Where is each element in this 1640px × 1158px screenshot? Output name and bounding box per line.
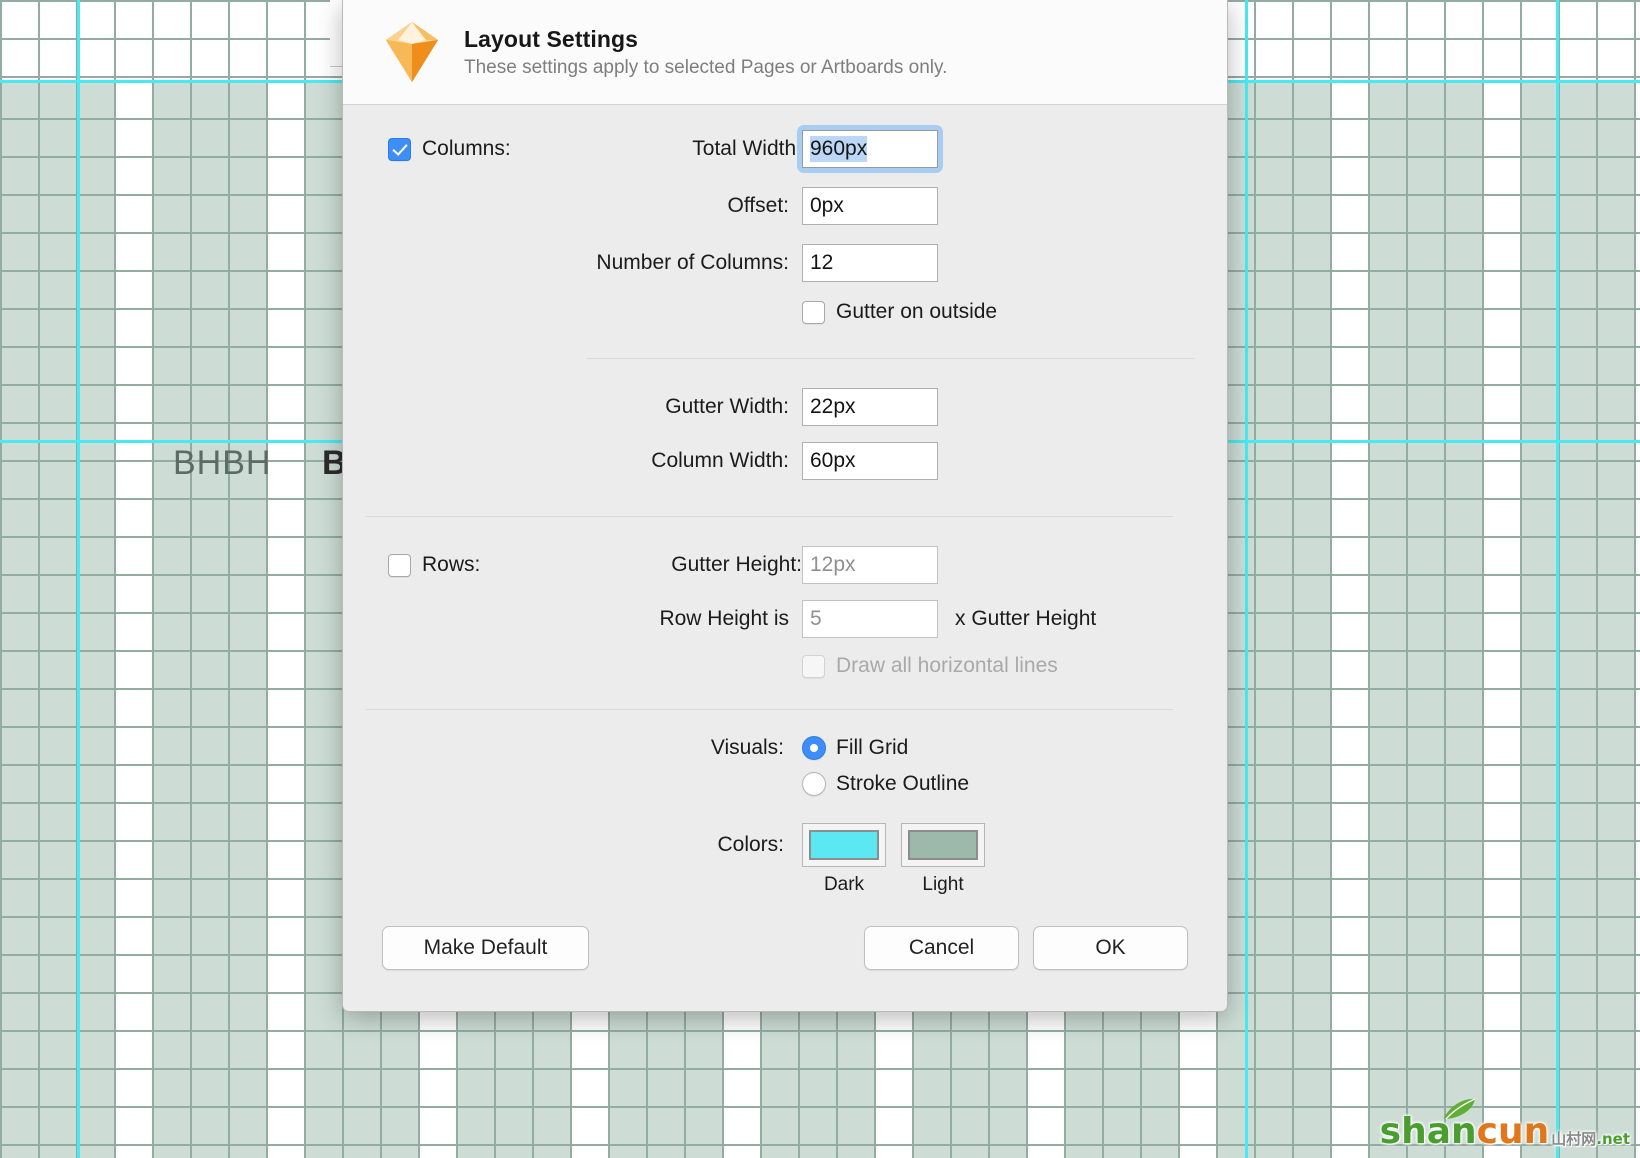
gutter-width-input[interactable]: 22px	[802, 388, 938, 426]
gutter-height-value: 12px	[810, 553, 856, 577]
guide-vertical-right	[1245, 0, 1248, 1158]
total-width-input[interactable]: 960px	[802, 130, 938, 168]
dialog-footer: Make Default Cancel OK	[382, 926, 1188, 970]
dialog-body: Columns: Total Width: 960px Offset: 0px …	[343, 130, 1227, 970]
leaf-icon	[1442, 1098, 1476, 1120]
row-row-height: Row Height is 5 x Gutter Height	[382, 600, 1188, 638]
divider-columns	[587, 358, 1194, 359]
row-colors: Colors: Dark Light	[382, 823, 1188, 896]
ok-button[interactable]: OK	[1033, 926, 1188, 970]
total-width-focus-ring: 960px	[797, 125, 943, 173]
row-gutter-height: Rows: Gutter Height: 12px	[382, 546, 1188, 584]
offset-value: 0px	[810, 194, 844, 218]
gutter-width-value: 22px	[810, 395, 856, 419]
radio-stroke-outline-label: Stroke Outline	[836, 772, 969, 796]
watermark-cun: cun	[1477, 1114, 1550, 1150]
color-swatch-dark-fill	[809, 830, 879, 860]
watermark-net: .net	[1596, 1132, 1630, 1150]
gutter-on-outside-checkbox[interactable]	[802, 301, 825, 324]
watermark-cn: 山村网	[1551, 1132, 1596, 1150]
make-default-button[interactable]: Make Default	[382, 926, 589, 970]
row-column-width: Column Width: 60px	[382, 442, 1188, 480]
cancel-button[interactable]: Cancel	[864, 926, 1019, 970]
row-draw-all-horizontal-lines: Draw all horizontal lines	[382, 654, 1188, 678]
offset-label: Offset:	[382, 194, 802, 218]
number-of-columns-label: Number of Columns:	[382, 251, 802, 275]
row-visuals-stroke-outline: Stroke Outline	[382, 772, 1188, 796]
dialog-title: Layout Settings	[464, 26, 947, 53]
color-swatch-light-fill	[908, 830, 978, 860]
color-swatch-light[interactable]	[901, 823, 985, 867]
radio-fill-grid[interactable]	[802, 736, 826, 760]
columns-checkbox-label: Columns:	[422, 137, 511, 161]
site-watermark: shan cun 山村网 .net	[1380, 1114, 1630, 1150]
column-width-value: 60px	[810, 449, 856, 473]
gutter-width-label: Gutter Width:	[382, 395, 802, 419]
total-width-label: Total Width:	[692, 137, 802, 161]
row-gutter-width: Gutter Width: 22px	[382, 388, 1188, 426]
offset-input[interactable]: 0px	[802, 187, 938, 225]
number-of-columns-value: 12	[810, 251, 833, 275]
column-width-input[interactable]: 60px	[802, 442, 938, 480]
gutter-height-input[interactable]: 12px	[802, 546, 938, 584]
row-height-value: 5	[810, 607, 822, 631]
color-swatch-dark[interactable]	[802, 823, 886, 867]
gutter-on-outside-label: Gutter on outside	[836, 300, 997, 324]
sketch-diamond-icon	[382, 20, 442, 84]
divider-visuals	[366, 709, 1173, 710]
row-total-width: Columns: Total Width: 960px	[382, 130, 1188, 168]
divider-rows	[366, 516, 1173, 517]
row-number-of-columns: Number of Columns: 12	[382, 244, 1188, 282]
radio-stroke-outline[interactable]	[802, 772, 826, 796]
row-height-label: Row Height is	[382, 607, 802, 631]
row-gutter-on-outside: Gutter on outside	[382, 300, 1188, 324]
color-swatch-light-caption: Light	[901, 874, 985, 896]
rows-checkbox-label: Rows:	[422, 553, 480, 577]
number-of-columns-input[interactable]: 12	[802, 244, 938, 282]
dialog-subtitle: These settings apply to selected Pages o…	[464, 57, 947, 79]
row-offset: Offset: 0px	[382, 187, 1188, 225]
row-visuals-fill-grid: Visuals: Fill Grid	[382, 736, 1188, 760]
rows-checkbox[interactable]	[388, 554, 411, 577]
column-width-label: Column Width:	[382, 449, 802, 473]
colors-label: Colors:	[382, 823, 802, 857]
draw-all-horizontal-lines-checkbox[interactable]	[802, 655, 825, 678]
radio-fill-grid-label: Fill Grid	[836, 736, 908, 760]
total-width-value: 960px	[810, 136, 867, 162]
columns-checkbox[interactable]	[388, 138, 411, 161]
draw-all-horizontal-lines-label: Draw all horizontal lines	[836, 654, 1058, 678]
guide-vertical-left	[77, 0, 80, 1158]
dialog-header: Layout Settings These settings apply to …	[343, 0, 1227, 105]
layout-settings-dialog: Layout Settings These settings apply to …	[342, 0, 1228, 1012]
row-height-suffix: x Gutter Height	[955, 607, 1096, 631]
visuals-label: Visuals:	[382, 736, 802, 760]
row-height-input[interactable]: 5	[802, 600, 938, 638]
guide-vertical-far-right	[1556, 0, 1559, 1158]
canvas-text-bhbh: BHBH	[173, 444, 271, 483]
color-swatch-dark-caption: Dark	[802, 874, 886, 896]
gutter-height-label: Gutter Height:	[671, 553, 802, 577]
